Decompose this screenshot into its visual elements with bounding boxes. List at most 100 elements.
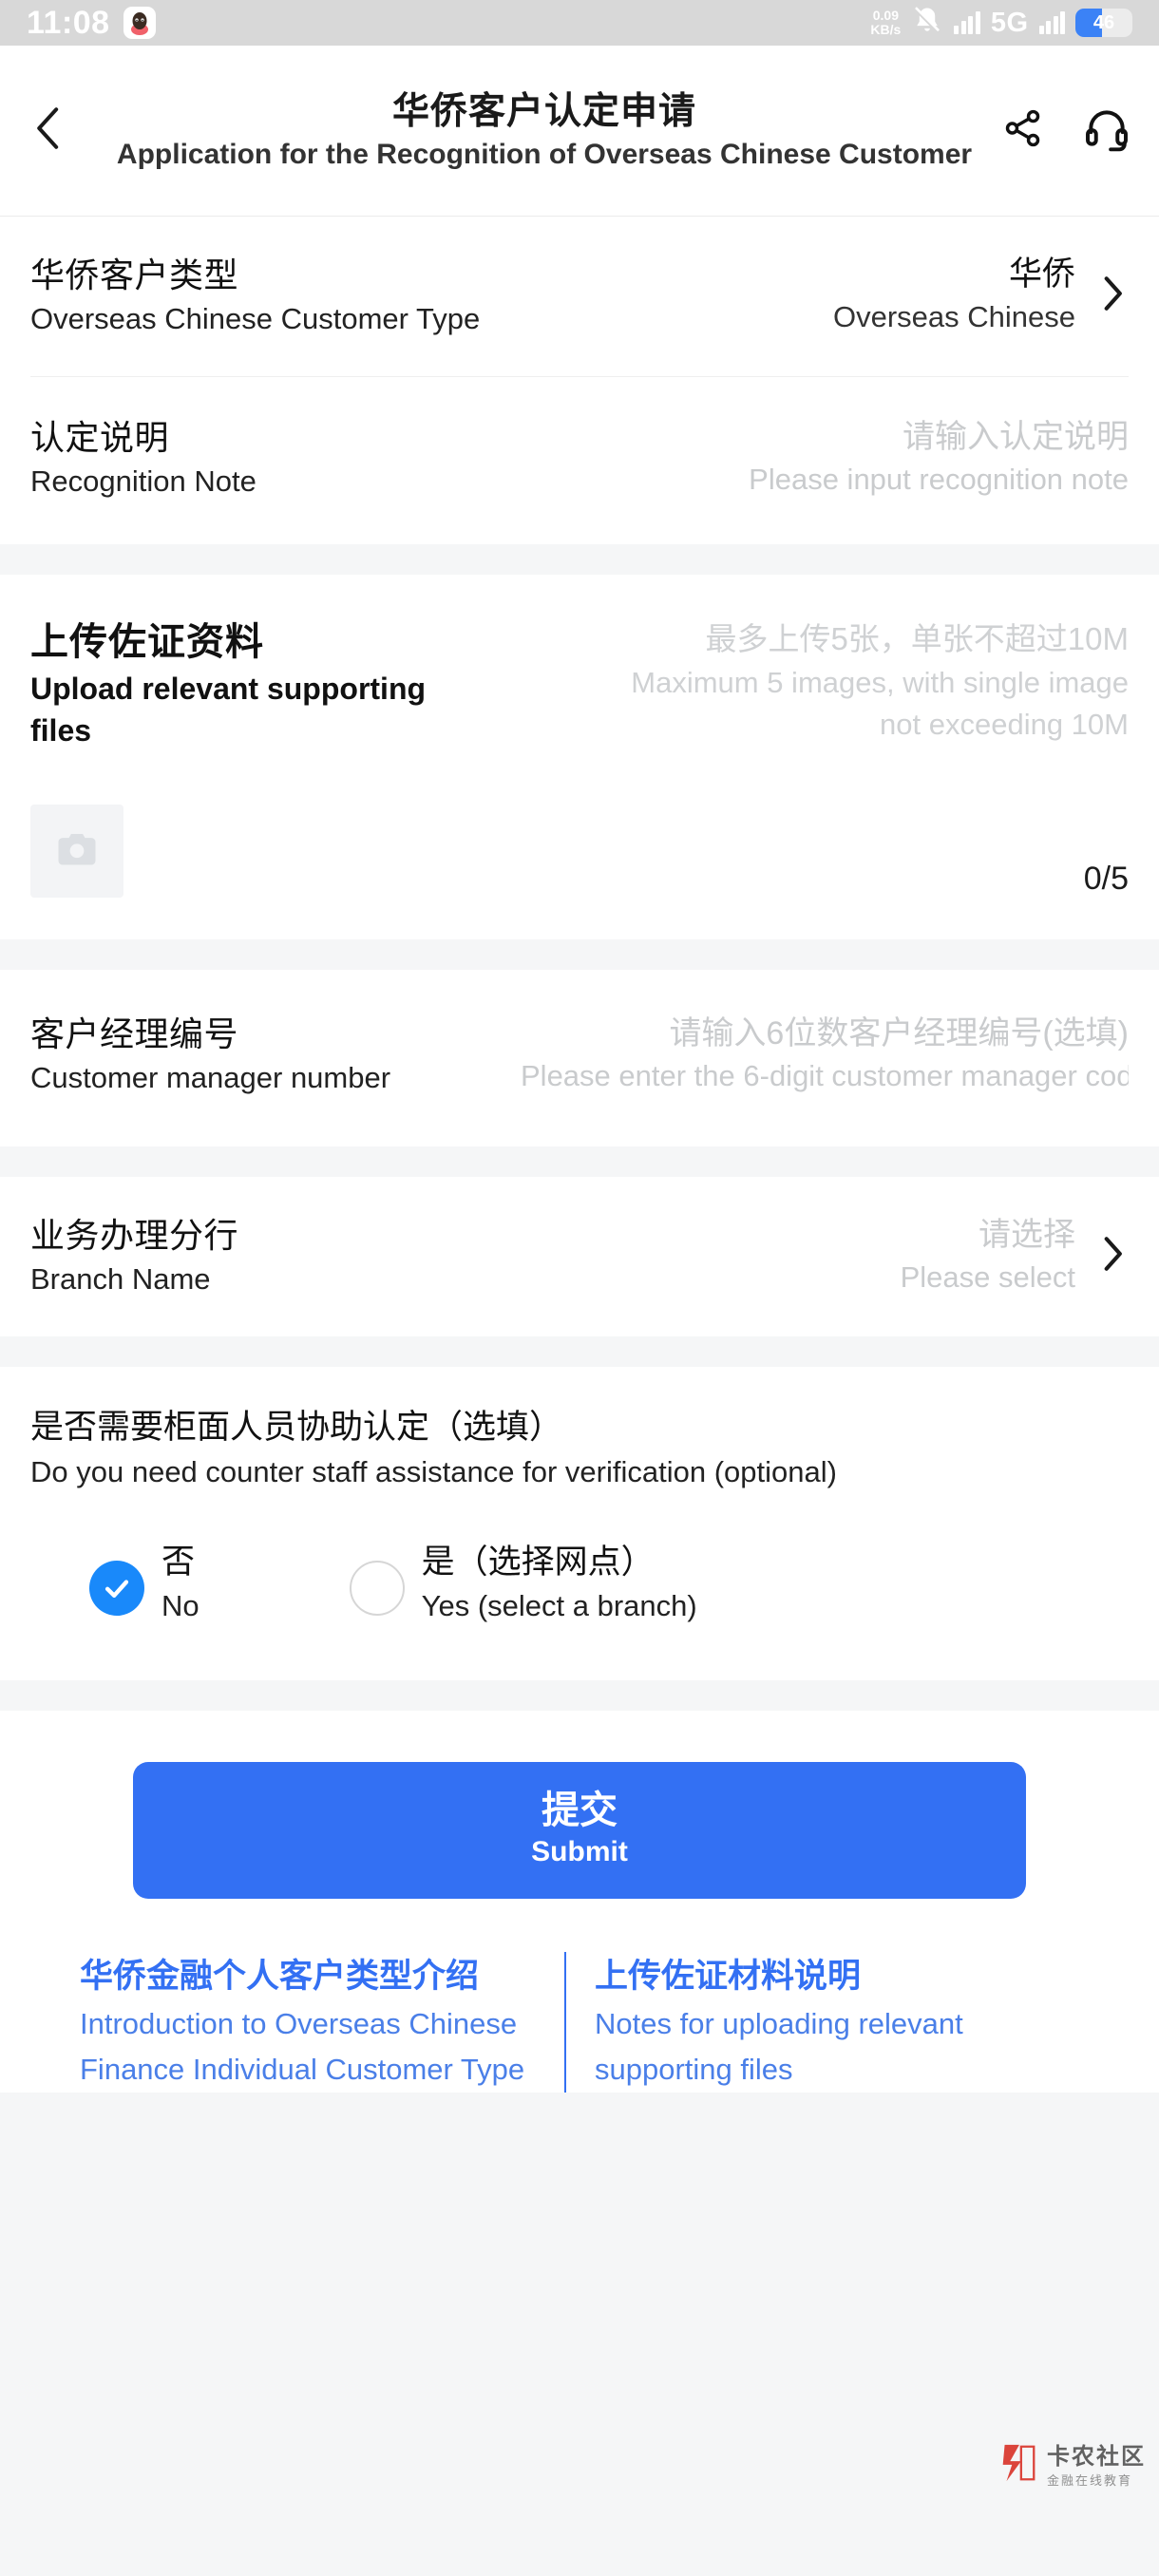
radio-option-no-label-en: No <box>162 1589 200 1622</box>
customer-type-row[interactable]: 华侨客户类型 Overseas Chinese Customer Type 华侨… <box>0 217 1159 376</box>
branch-select-wrap[interactable]: 请选择 Please select <box>238 1213 1129 1298</box>
back-button[interactable] <box>28 103 95 159</box>
customer-info-card: 华侨客户类型 Overseas Chinese Customer Type 华侨… <box>0 217 1159 544</box>
network-speed-indicator: 0.09 KB/s <box>870 9 901 37</box>
network-speed-unit: KB/s <box>870 22 902 37</box>
link-overseas-intro[interactable]: 华侨金融个人客户类型介绍 Introduction to Overseas Ch… <box>80 1952 564 2093</box>
upload-hint: 最多上传5张，单张不超过10M Maximum 5 images, with s… <box>597 616 1129 751</box>
manager-number-label-cn: 客户经理编号 <box>30 1014 239 1053</box>
recognition-note-input[interactable]: 请输入认定说明 Please input recognition note <box>749 415 1129 501</box>
customer-type-value-cn: 华侨 <box>1008 256 1075 293</box>
watermark-logo-icon <box>996 2441 1039 2485</box>
upload-title-en: Upload relevant supporting files <box>30 672 427 748</box>
link-overseas-intro-en: Introduction to Overseas Chinese Finance… <box>80 2007 525 2086</box>
counter-assistance-question-en: Do you need counter staff assistance for… <box>30 1455 837 1488</box>
recognition-note-input-wrap[interactable]: 请输入认定说明 Please input recognition note <box>256 415 1129 501</box>
network-type-label: 5G <box>990 7 1029 38</box>
manager-number-placeholder-cn: 请输入6位数客户经理编号(选填) <box>669 1015 1129 1051</box>
manager-number-label-en: Customer manager number <box>30 1061 391 1094</box>
customer-type-value-wrap[interactable]: 华侨 Overseas Chinese <box>480 253 1129 338</box>
upload-counter: 0/5 <box>1083 861 1129 897</box>
branch-label: 业务办理分行 Branch Name <box>30 1213 238 1300</box>
manager-number-input-wrap[interactable]: 请输入6位数客户经理编号(选填) Please enter the 6-digi… <box>390 1012 1129 1097</box>
status-bar-right: 0.09 KB/s 5G 46 <box>870 5 1132 42</box>
customer-type-label-en: Overseas Chinese Customer Type <box>30 302 481 335</box>
upload-image-button[interactable] <box>30 805 124 898</box>
radio-option-yes[interactable]: 是（选择网点） Yes (select a branch) <box>349 1540 697 1627</box>
recognition-note-placeholder-en: Please input recognition note <box>749 463 1129 496</box>
submit-button[interactable]: 提交 Submit <box>133 1762 1026 1899</box>
branch-row[interactable]: 业务办理分行 Branch Name 请选择 Please select <box>0 1177 1159 1336</box>
counter-assistance-options: 否 No 是（选择网点） Yes (select a branch) <box>30 1540 1129 1627</box>
upload-header: 上传佐证资料 Upload relevant supporting files … <box>0 575 1159 751</box>
recognition-note-label: 认定说明 Recognition Note <box>30 415 256 502</box>
radio-option-no-label: 否 No <box>162 1540 200 1627</box>
signal-bars-sim1-icon <box>954 11 980 34</box>
app-screen: 11:08 0.09 KB/s 5G 46 华侨客户认定申请 Applicati… <box>0 0 1159 2576</box>
status-time: 11:08 <box>27 4 110 41</box>
counter-assistance-card: 是否需要柜面人员协助认定（选填） Do you need counter sta… <box>0 1367 1159 1680</box>
branch-placeholder-cn: 请选择 <box>978 1217 1075 1253</box>
page-header: 华侨客户认定申请 Application for the Recognition… <box>0 46 1159 217</box>
link-upload-notes-cn: 上传佐证材料说明 <box>595 1958 862 1995</box>
recognition-note-label-cn: 认定说明 <box>30 418 170 457</box>
battery-percent-label: 46 <box>1092 11 1115 33</box>
app-notification-icon <box>123 7 156 39</box>
radio-unselected-icon <box>349 1561 405 1616</box>
radio-option-yes-label-en: Yes (select a branch) <box>421 1589 697 1622</box>
counter-assistance-question-cn: 是否需要柜面人员协助认定（选填） <box>30 1409 563 1446</box>
upload-title-cn: 上传佐证资料 <box>30 621 264 663</box>
branch-label-en: Branch Name <box>30 1262 211 1296</box>
upload-title: 上传佐证资料 Upload relevant supporting files <box>30 616 439 751</box>
page-title-cn: 华侨客户认定申请 <box>391 90 696 132</box>
radio-selected-icon <box>89 1561 144 1616</box>
back-chevron-icon <box>28 103 70 159</box>
manager-number-label: 客户经理编号 Customer manager number <box>30 1012 390 1099</box>
chevron-right-icon <box>1096 273 1129 319</box>
radio-option-no[interactable]: 否 No <box>89 1540 200 1627</box>
headset-icon[interactable] <box>1083 104 1130 157</box>
site-watermark: 卡农社区 金融在线教育 <box>996 2437 1146 2489</box>
upload-card: 上传佐证资料 Upload relevant supporting files … <box>0 575 1159 939</box>
section-gap <box>0 939 1159 970</box>
status-bar-left: 11:08 <box>27 5 156 42</box>
page-title-en: Application for the Recognition of Overs… <box>116 138 973 170</box>
radio-option-yes-label-cn: 是（选择网点） <box>421 1544 655 1581</box>
branch-placeholder-en: Please select <box>900 1260 1075 1294</box>
chevron-right-icon <box>1096 1233 1129 1279</box>
bell-muted-icon <box>911 5 943 42</box>
branch-label-cn: 业务办理分行 <box>30 1216 239 1255</box>
page-title: 华侨客户认定申请 Application for the Recognition… <box>95 88 994 174</box>
section-gap <box>0 1336 1159 1367</box>
header-actions <box>994 104 1130 157</box>
watermark-title: 卡农社区 <box>1047 2444 1146 2470</box>
customer-type-label: 华侨客户类型 Overseas Chinese Customer Type <box>30 253 480 340</box>
footer-links: 华侨金融个人客户类型介绍 Introduction to Overseas Ch… <box>0 1931 1159 2093</box>
network-speed-value: 0.09 <box>872 8 899 23</box>
upload-body: 0/5 <box>0 751 1159 939</box>
customer-type-value-en: Overseas Chinese <box>832 300 1075 333</box>
recognition-note-placeholder-cn: 请输入认定说明 <box>902 419 1129 455</box>
section-gap <box>0 1146 1159 1177</box>
watermark-subtitle: 金融在线教育 <box>1047 2473 1133 2488</box>
section-gap <box>0 1680 1159 1711</box>
customer-type-label-cn: 华侨客户类型 <box>30 256 239 294</box>
share-icon[interactable] <box>1001 106 1045 155</box>
upload-hint-en: Maximum 5 images, with single image not … <box>631 666 1129 741</box>
link-overseas-intro-cn: 华侨金融个人客户类型介绍 <box>80 1958 480 1995</box>
branch-select[interactable]: 请选择 Please select <box>901 1213 1075 1298</box>
manager-number-placeholder-en: Please enter the 6-digit customer manage… <box>521 1059 1129 1092</box>
manager-number-input[interactable]: 请输入6位数客户经理编号(选填) Please enter the 6-digi… <box>521 1012 1129 1097</box>
recognition-note-row[interactable]: 认定说明 Recognition Note 请输入认定说明 Please inp… <box>0 377 1159 544</box>
submit-label-en: Submit <box>531 1836 628 1867</box>
recognition-note-label-en: Recognition Note <box>30 464 256 498</box>
upload-hint-cn: 最多上传5张，单张不超过10M <box>705 621 1129 656</box>
manager-number-row[interactable]: 客户经理编号 Customer manager number 请输入6位数客户经… <box>0 970 1159 1146</box>
link-upload-notes[interactable]: 上传佐证材料说明 Notes for uploading relevant su… <box>564 1952 1079 2093</box>
signal-bars-sim2-icon <box>1038 11 1065 34</box>
status-bar: 11:08 0.09 KB/s 5G 46 <box>0 0 1159 46</box>
section-gap <box>0 544 1159 575</box>
watermark-text: 卡农社区 金融在线教育 <box>1047 2437 1146 2489</box>
submit-section: 提交 Submit <box>0 1711 1159 1931</box>
battery-indicator: 46 <box>1075 9 1132 37</box>
